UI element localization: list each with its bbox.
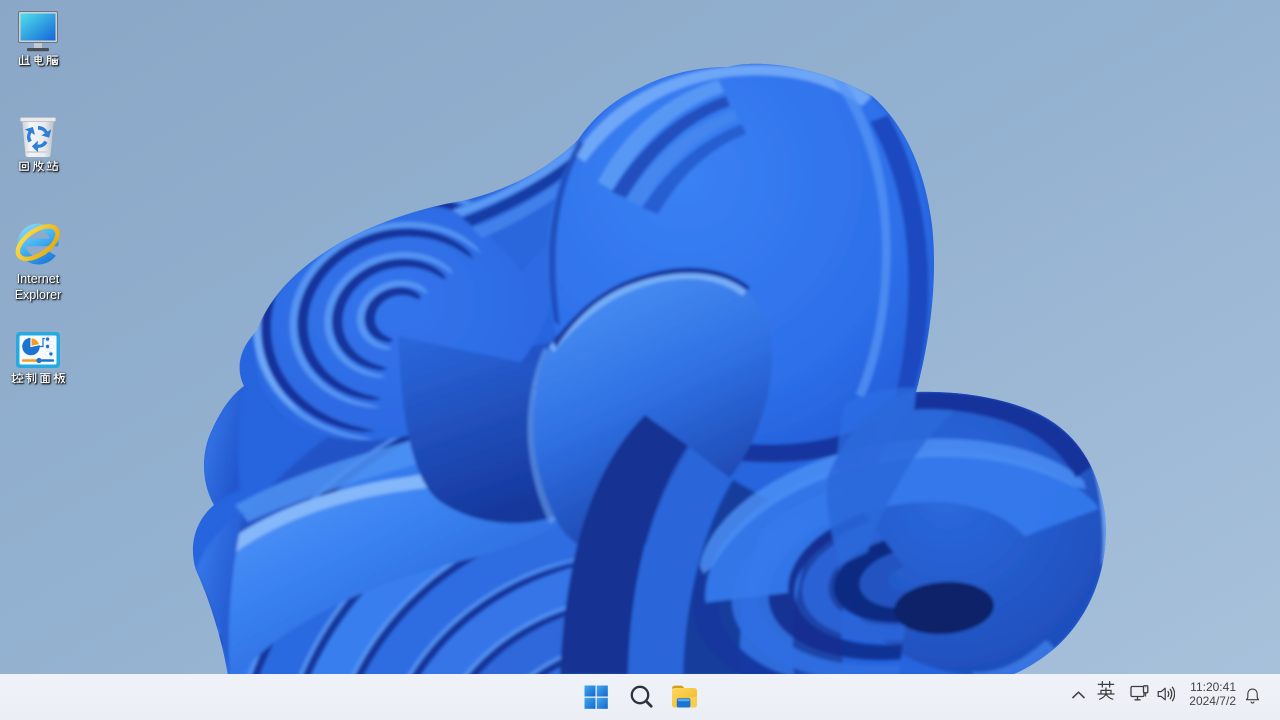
svg-text:Explorer: Explorer: [15, 288, 62, 302]
svg-text:Internet: Internet: [17, 272, 60, 286]
